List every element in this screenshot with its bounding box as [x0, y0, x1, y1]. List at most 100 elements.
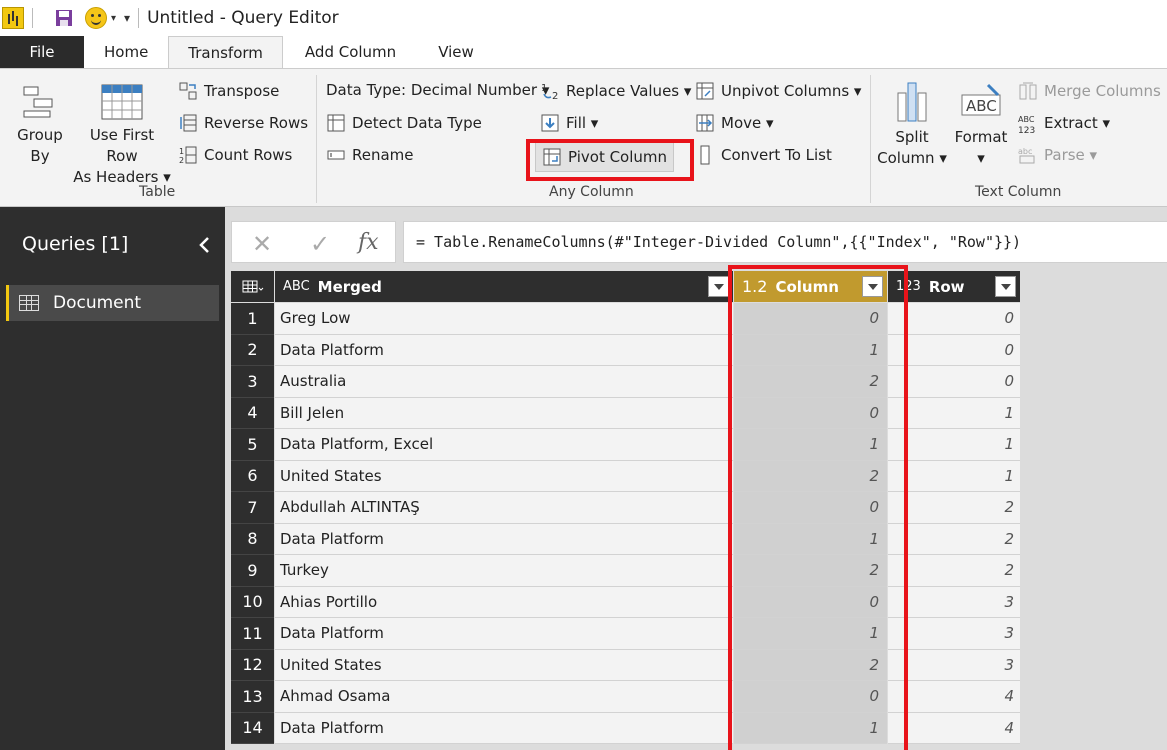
cell-merged[interactable]: United States — [275, 649, 733, 681]
cell-merged[interactable]: Data Platform — [275, 618, 733, 650]
table-menu-button[interactable] — [231, 271, 274, 302]
cell-row[interactable]: 0 — [888, 366, 1020, 398]
formula-input[interactable]: = Table.RenameColumns(#"Integer-Divided … — [403, 221, 1167, 263]
tab-add-column[interactable]: Add Column — [283, 36, 418, 68]
row-number[interactable]: 5 — [231, 429, 274, 461]
row-number[interactable]: 12 — [231, 649, 274, 681]
row-number[interactable]: 10 — [231, 586, 274, 618]
use-first-row-as-headers-button[interactable]: Use First Row As Headers ▾ — [72, 83, 172, 188]
column-header-column[interactable]: 1.2 Column — [734, 271, 887, 302]
row-number[interactable]: 8 — [231, 523, 274, 555]
row-number[interactable]: 7 — [231, 492, 274, 524]
reverse-rows-button[interactable]: Reverse Rows — [178, 113, 308, 133]
cell-column[interactable]: 1 — [734, 618, 887, 650]
row-number[interactable]: 6 — [231, 460, 274, 492]
cell-column[interactable]: 2 — [734, 555, 887, 587]
merge-columns-button[interactable]: Merge Columns — [1018, 81, 1161, 101]
cell-merged[interactable]: United States — [275, 460, 733, 492]
parse-button[interactable]: abc Parse ▾ — [1018, 145, 1097, 165]
chevron-left-icon[interactable] — [198, 237, 210, 253]
cell-row[interactable]: 3 — [888, 649, 1020, 681]
tab-file[interactable]: File — [0, 36, 84, 68]
cell-merged[interactable]: Australia — [275, 366, 733, 398]
cell-column[interactable]: 0 — [734, 586, 887, 618]
tab-view[interactable]: View — [418, 36, 494, 68]
filter-dropdown-button[interactable] — [862, 276, 883, 297]
data-type-dropdown[interactable]: Data Type: Decimal Number ▾ — [326, 81, 549, 99]
convert-to-list-button[interactable]: Convert To List — [695, 145, 832, 165]
cell-row[interactable]: 2 — [888, 523, 1020, 555]
row-number[interactable]: 11 — [231, 618, 274, 650]
count-rows-button[interactable]: 12 Count Rows — [178, 145, 292, 165]
rename-button[interactable]: Rename — [326, 145, 414, 165]
move-button[interactable]: Move ▾ — [695, 113, 774, 133]
quick-access-customize-icon[interactable]: ▾ — [124, 11, 130, 25]
cell-column[interactable]: 1 — [734, 712, 887, 744]
cell-row[interactable]: 2 — [888, 555, 1020, 587]
cell-row[interactable]: 1 — [888, 429, 1020, 461]
cell-column[interactable]: 0 — [734, 303, 887, 335]
unpivot-columns-button[interactable]: Unpivot Columns ▾ — [695, 81, 861, 101]
row-number[interactable]: 2 — [231, 334, 274, 366]
row-number[interactable]: 1 — [231, 303, 274, 335]
row-number[interactable]: 13 — [231, 681, 274, 713]
cancel-icon[interactable]: ✕ — [252, 230, 272, 258]
replace-values-button[interactable]: 12 Replace Values ▾ — [540, 81, 691, 102]
text-type-icon[interactable]: ABC — [283, 279, 310, 294]
cell-merged[interactable]: Turkey — [275, 555, 733, 587]
cell-row[interactable]: 4 — [888, 712, 1020, 744]
row-number[interactable]: 14 — [231, 712, 274, 744]
row-number[interactable]: 4 — [231, 397, 274, 429]
cell-row[interactable]: 3 — [888, 618, 1020, 650]
commit-icon[interactable]: ✓ — [310, 230, 330, 258]
cell-column[interactable]: 1 — [734, 334, 887, 366]
column-header-merged[interactable]: ABC Merged — [275, 271, 733, 302]
row-number[interactable]: 9 — [231, 555, 274, 587]
cell-row[interactable]: 2 — [888, 492, 1020, 524]
cell-merged[interactable]: Data Platform — [275, 712, 733, 744]
save-icon[interactable] — [55, 9, 73, 27]
transpose-button[interactable]: Transpose — [178, 81, 279, 101]
cell-column[interactable]: 1 — [734, 429, 887, 461]
query-item-document[interactable]: Document — [6, 285, 219, 321]
cell-row[interactable]: 0 — [888, 334, 1020, 366]
feedback-smile-icon[interactable] — [85, 7, 107, 29]
cell-column[interactable]: 1 — [734, 523, 887, 555]
decimal-type-icon[interactable]: 1.2 — [742, 277, 767, 296]
group-by-button[interactable]: Group By — [12, 83, 68, 167]
cell-merged[interactable]: Greg Low — [275, 303, 733, 335]
cell-column[interactable]: 2 — [734, 366, 887, 398]
cell-column[interactable]: 0 — [734, 397, 887, 429]
pivot-column-button[interactable]: Pivot Column — [535, 142, 675, 172]
cell-merged[interactable]: Ahmad Osama — [275, 681, 733, 713]
cell-row[interactable]: 1 — [888, 460, 1020, 492]
row-number[interactable]: 3 — [231, 366, 274, 398]
tab-transform[interactable]: Transform — [168, 36, 283, 68]
cell-column[interactable]: 0 — [734, 681, 887, 713]
cell-column[interactable]: 2 — [734, 649, 887, 681]
column-header-row[interactable]: 123 Row — [888, 271, 1020, 302]
cell-row[interactable]: 3 — [888, 586, 1020, 618]
cell-merged[interactable]: Ahias Portillo — [275, 586, 733, 618]
fill-button[interactable]: Fill ▾ — [540, 113, 598, 133]
filter-dropdown-button[interactable] — [708, 276, 729, 297]
whole-number-type-icon[interactable]: 123 — [896, 279, 921, 294]
format-button[interactable]: ABC Format ▾ — [952, 81, 1010, 169]
extract-button[interactable]: ABC 123 Extract ▾ — [1018, 113, 1110, 136]
cell-column[interactable]: 2 — [734, 460, 887, 492]
filter-dropdown-button[interactable] — [995, 276, 1016, 297]
cell-column[interactable]: 0 — [734, 492, 887, 524]
tab-home[interactable]: Home — [84, 36, 168, 68]
split-column-button[interactable]: Split Column ▾ — [876, 81, 948, 169]
cell-merged[interactable]: Bill Jelen — [275, 397, 733, 429]
cell-row[interactable]: 0 — [888, 303, 1020, 335]
cell-merged[interactable]: Abdullah ALTINTAŞ — [275, 492, 733, 524]
cell-row[interactable]: 1 — [888, 397, 1020, 429]
cell-merged[interactable]: Data Platform, Excel — [275, 429, 733, 461]
cell-merged[interactable]: Data Platform — [275, 523, 733, 555]
cell-merged[interactable]: Data Platform — [275, 334, 733, 366]
fx-icon[interactable]: fx — [358, 230, 379, 255]
detect-data-type-button[interactable]: Detect Data Type — [326, 113, 482, 133]
cell-row[interactable]: 4 — [888, 681, 1020, 713]
feedback-dropdown-icon[interactable]: ▾ — [111, 13, 116, 24]
